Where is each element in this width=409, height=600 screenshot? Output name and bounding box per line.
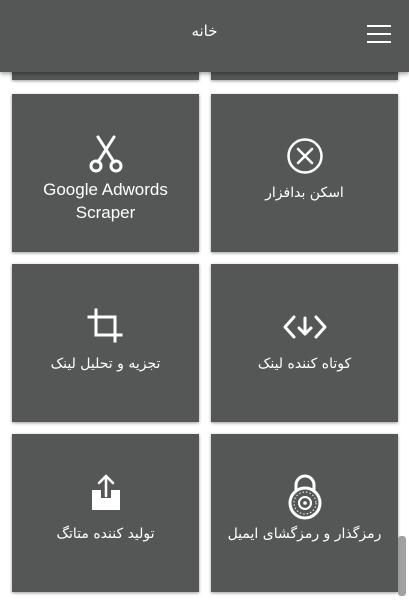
upload-icon xyxy=(92,474,120,510)
tile-label: تجزیه و تحلیل لینک xyxy=(50,356,161,372)
tile-label: اسکن بدافزار xyxy=(265,185,344,201)
tile-label: رمزگذار و رمزگشای ایمیل xyxy=(227,526,382,542)
tile-label: تولید کننده متاتگ xyxy=(56,526,155,542)
tile-link-analysis[interactable]: تجزیه و تحلیل لینک xyxy=(12,264,199,422)
combination-lock-icon xyxy=(288,474,322,520)
tile-email-encoder-decoder[interactable]: رمزگذار و رمزگشای ایمیل xyxy=(211,434,398,592)
tile-metatag-generator[interactable]: تولید کننده متاتگ xyxy=(12,434,199,592)
tile-google-adwords-scraper[interactable]: Google Adwords Scraper xyxy=(12,94,199,252)
code-arrow-icon xyxy=(283,315,327,339)
hamburger-menu-icon[interactable] xyxy=(367,25,391,45)
app-bar: خانه xyxy=(0,0,409,72)
crop-icon xyxy=(87,308,123,343)
close-circle-icon xyxy=(287,138,323,174)
page-title: خانه xyxy=(191,22,218,40)
scrollbar-thumb[interactable] xyxy=(398,536,406,596)
scissors-icon xyxy=(89,135,123,173)
tile-label: Google Adwords Scraper xyxy=(43,180,168,222)
tile-label: کوتاه کننده لینک xyxy=(257,356,352,372)
tile-malware-scan[interactable]: اسکن بدافزار xyxy=(211,94,398,252)
tile-link-shortener[interactable]: کوتاه کننده لینک xyxy=(211,264,398,422)
